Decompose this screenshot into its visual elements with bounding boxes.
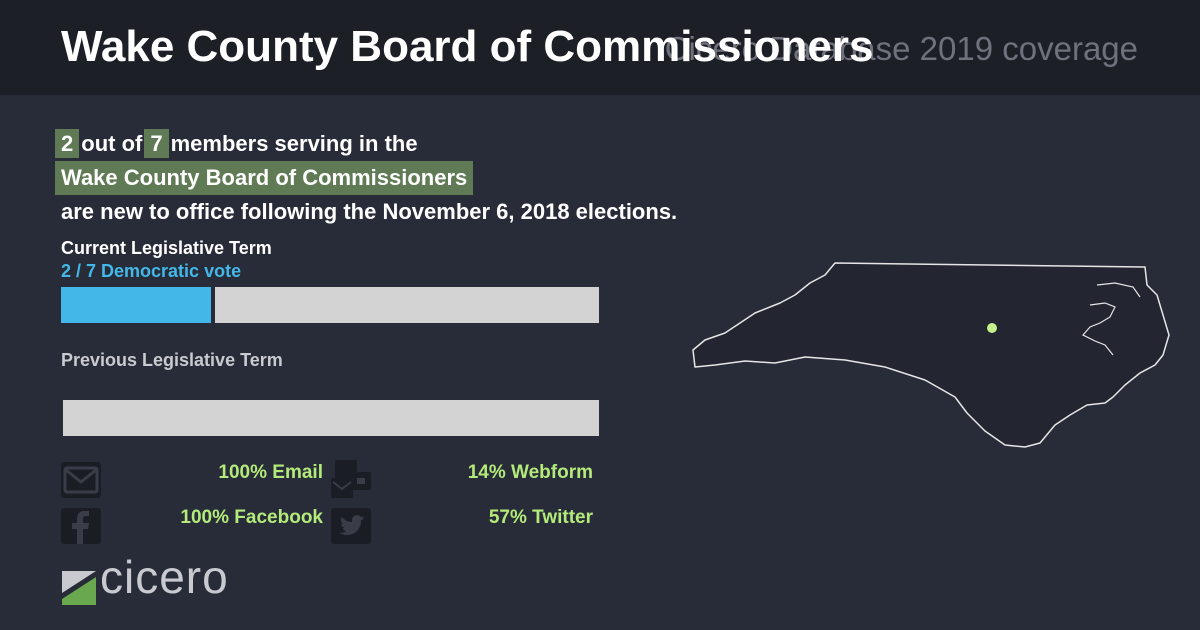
email-icon: [61, 462, 101, 498]
members-text: members serving in the: [170, 131, 418, 156]
twitter-coverage: 57% Twitter: [488, 507, 593, 528]
page-title: Wake County Board of Commissioners: [61, 22, 874, 71]
logo-text: cicero: [100, 551, 229, 603]
webform-icon: [331, 460, 371, 500]
summary-line-1: 2 out of 7 members serving in the: [55, 127, 677, 161]
new-count: 2: [55, 129, 80, 158]
facebook-icon: [61, 508, 101, 544]
body-name: Wake County Board of Commissioners: [55, 161, 474, 195]
current-democratic-segment: [61, 287, 215, 323]
email-coverage: 100% Email: [218, 462, 323, 483]
cicero-logo-icon: [62, 571, 96, 605]
current-other-segment: [214, 287, 599, 323]
state-outline: [692, 262, 1170, 448]
north-carolina-map: [692, 262, 1170, 448]
current-term-bar: [61, 287, 599, 323]
location-marker: [987, 323, 997, 333]
summary-line-3: are new to office following the November…: [61, 199, 678, 224]
previous-term-label: Previous Legislative Term: [61, 350, 283, 370]
previous-term-bar: [63, 400, 599, 436]
facebook-coverage: 100% Facebook: [180, 507, 323, 528]
summary-line-2: Wake County Board of Commissioners: [55, 161, 677, 195]
out-of-text: out of: [81, 131, 143, 156]
header: Cicero Database 2019 coverage Wake Count…: [0, 0, 1200, 95]
current-term-label: Current Legislative Term: [61, 238, 272, 258]
total-count: 7: [144, 129, 169, 158]
summary-text: 2 out of 7 members serving in the Wake Coun…: [55, 127, 678, 229]
previous-other-segment: [63, 400, 599, 436]
webform-coverage: 14% Webform: [467, 462, 593, 483]
twitter-icon: [331, 508, 371, 544]
democratic-vote-label: 2 / 7 Democratic vote: [61, 261, 242, 281]
